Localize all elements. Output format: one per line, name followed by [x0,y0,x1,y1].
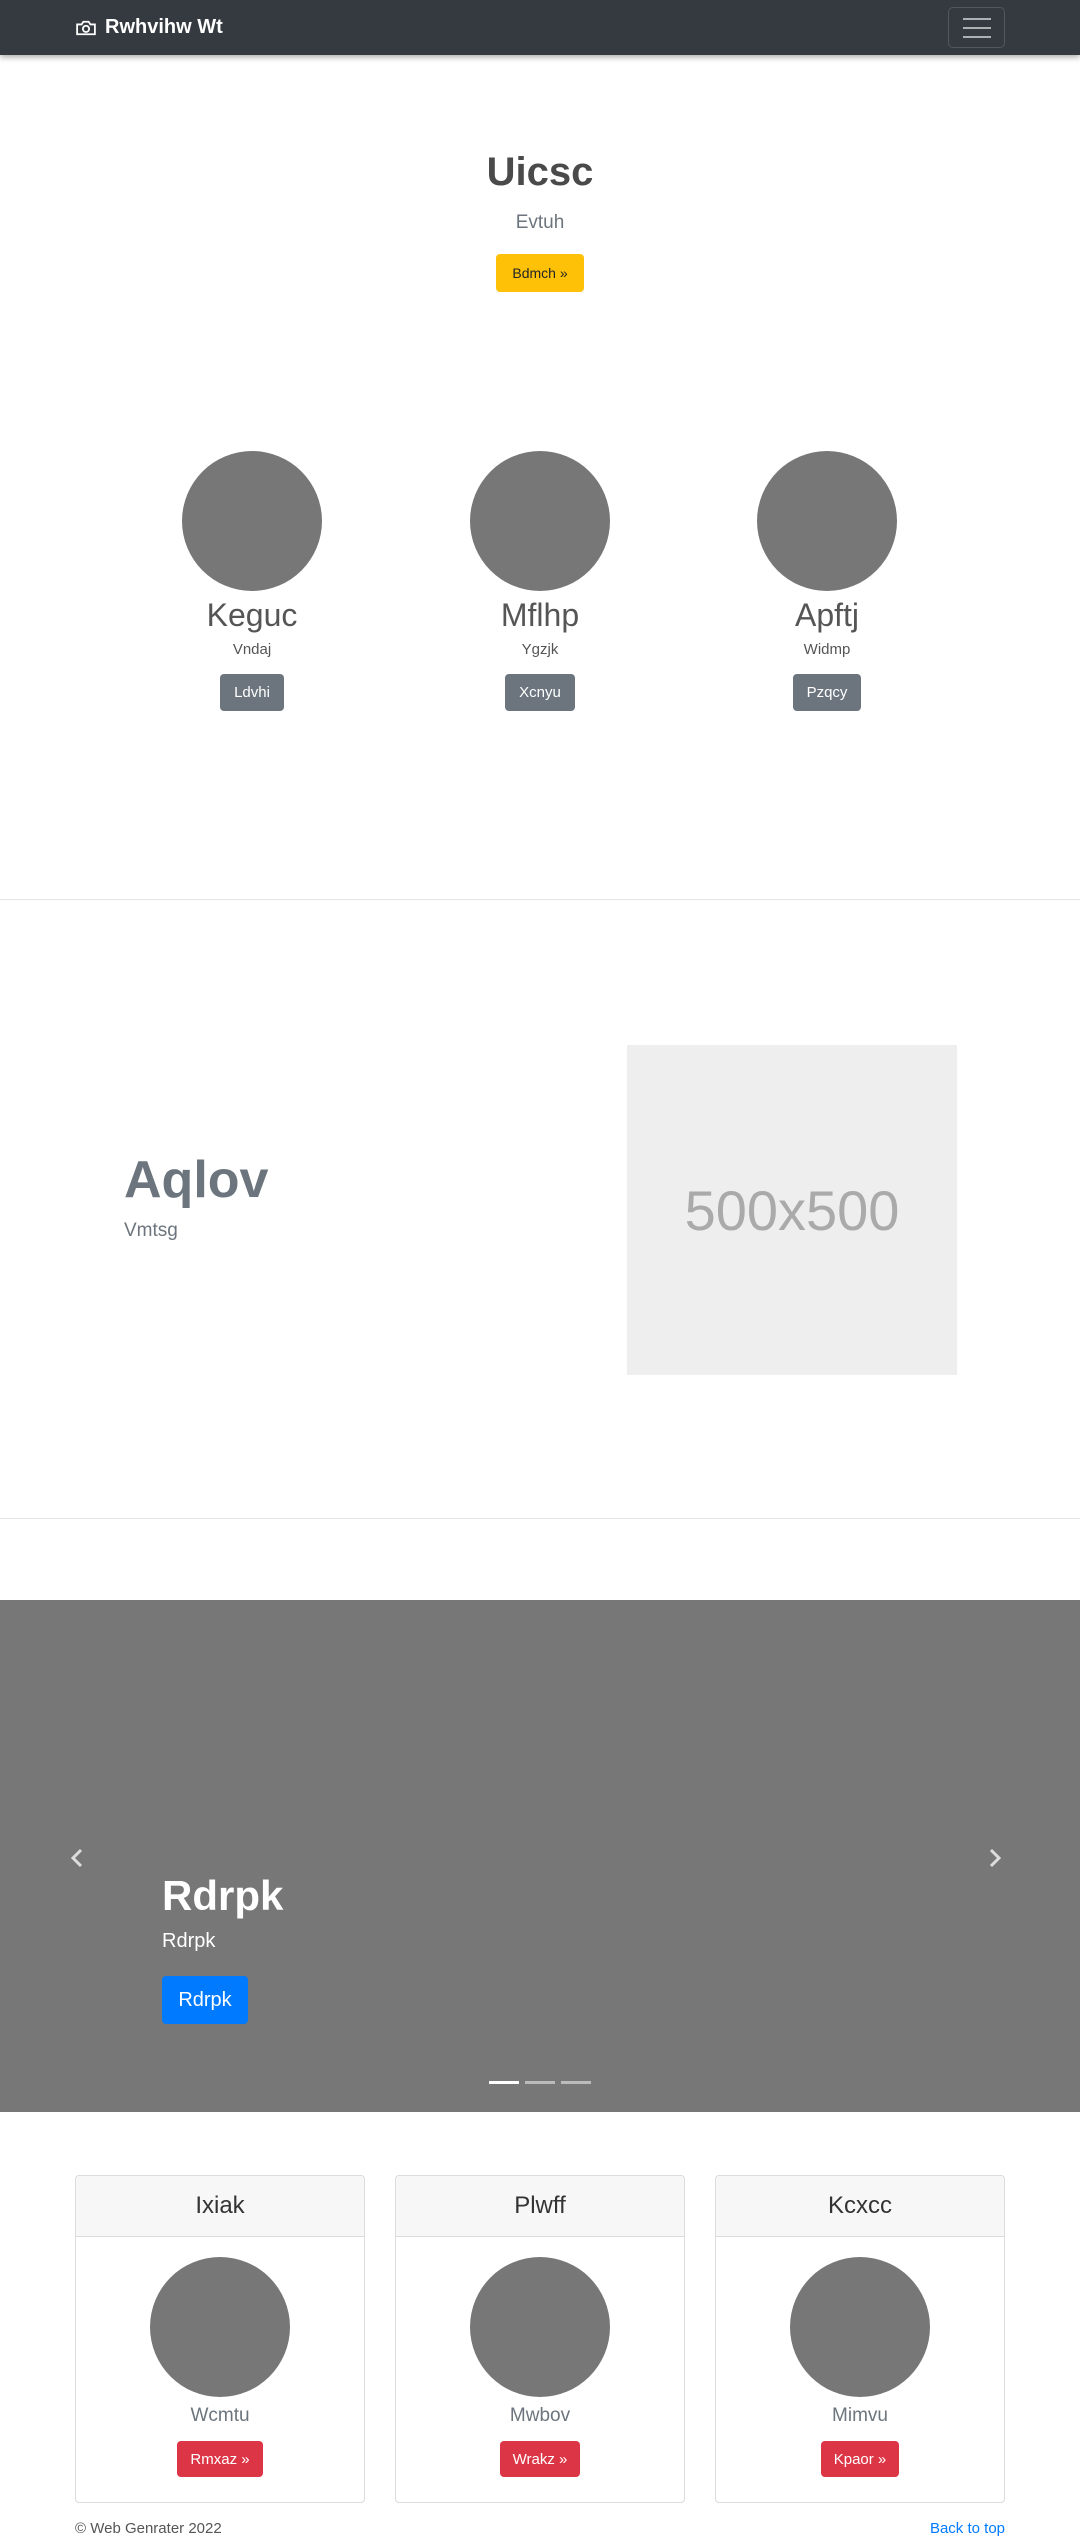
card-header: Kcxcc [716,2176,1004,2237]
avatar [470,451,610,591]
avatar [150,2257,290,2397]
card-subtitle: Wcmtu [190,2405,250,2426]
navbar-brand[interactable]: Rwhvihw Wt [75,0,223,55]
camera-icon [76,20,96,35]
back-to-top-link[interactable]: Back to top [930,2520,1005,2537]
card-button[interactable]: Rmxaz » [177,2441,263,2477]
card-body: Mwbov Wrakz » [396,2237,684,2477]
team-member-subtitle: Widmp [803,641,851,658]
avatar [470,2257,610,2397]
carousel-title: Rdrpk [162,1872,284,1919]
avatar [790,2257,930,2397]
avatar [182,451,322,591]
carousel-indicator[interactable] [561,2081,591,2084]
hamburger-menu-icon [962,17,991,20]
hero-title: Uicsc [486,150,594,194]
chevron-right-icon [989,1848,1002,1868]
carousel-button[interactable]: Rdrpk [162,1976,248,2024]
card-body: Mimvu Kpaor » [716,2237,1004,2477]
team-member: Mflhp Ygzjk Xcnyu [420,451,660,711]
carousel-indicator[interactable] [489,2081,519,2084]
team-member-name: Apftj [794,597,860,633]
card: Kcxcc Mimvu Kpaor » [715,2175,1005,2503]
carousel-indicator[interactable] [525,2081,555,2084]
brand-label: Rwhvihw Wt [105,16,223,38]
section-divider [0,899,1080,900]
feature-title: Aqlov [124,1151,269,1209]
navbar-toggler-button[interactable] [948,7,1005,48]
card: Plwff Mwbov Wrakz » [395,2175,685,2503]
carousel: Rdrpk Rdrpk Rdrpk [0,1600,1080,2112]
navbar: Rwhvihw Wt [0,0,1080,55]
carousel-prev-button[interactable] [70,1848,84,1869]
card-body: Wcmtu Rmxaz » [76,2237,364,2477]
card-button[interactable]: Kpaor » [820,2441,900,2477]
card-header: Plwff [396,2176,684,2237]
footer-copyright: © Web Genrater 2022 [75,2520,222,2537]
carousel-next-button[interactable] [988,1848,1002,1869]
team-member-button[interactable]: Ldvhi [220,674,284,711]
team-member: Keguc Vndaj Ldvhi [132,451,372,711]
card: Ixiak Wcmtu Rmxaz » [75,2175,365,2503]
placeholder-image: 500x500 [627,1045,957,1375]
feature-subtitle: Vmtsg [124,1220,178,1241]
section-divider [0,1518,1080,1519]
card-subtitle: Mwbov [509,2405,571,2426]
chevron-left-icon [70,1848,83,1868]
card-subtitle: Mimvu [832,2405,888,2426]
team-member-button[interactable]: Pzqcy [792,674,862,711]
card-button[interactable]: Wrakz » [499,2441,581,2477]
hero-button[interactable]: Bdmch » [496,254,584,292]
avatar [757,451,897,591]
team-member-subtitle: Vndaj [232,641,272,658]
carousel-indicators [489,2081,591,2084]
team-member-name: Mflhp [500,597,580,633]
placeholder-label: 500x500 [684,1178,900,1242]
carousel-subtitle: Rdrpk [162,1930,216,1952]
team-member-subtitle: Ygzjk [521,641,559,658]
team-member-name: Keguc [206,597,298,633]
team-member-button[interactable]: Xcnyu [505,674,575,711]
team-member: Apftj Widmp Pzqcy [707,451,947,711]
card-header: Ixiak [76,2176,364,2237]
hero-subtitle: Evtuh [515,212,565,233]
